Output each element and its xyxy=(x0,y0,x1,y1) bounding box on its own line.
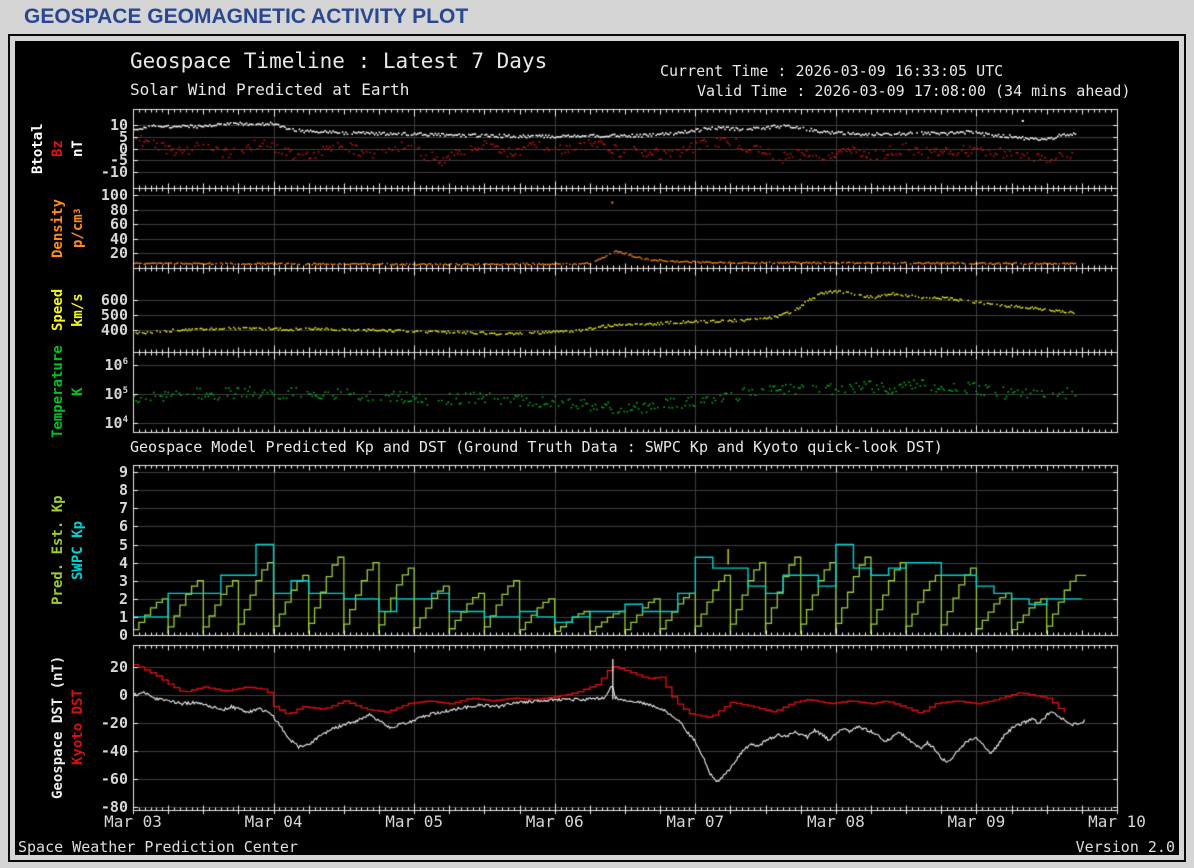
timeline-plot-canvas xyxy=(15,41,1179,855)
plot-area: Geospace Timeline : Latest 7 Days Curren… xyxy=(15,41,1179,856)
page: { "header": { "title": "GEOSPACE GEOMAGN… xyxy=(0,0,1194,868)
plot-frame: Geospace Timeline : Latest 7 Days Curren… xyxy=(8,34,1186,862)
page-title: GEOSPACE GEOMAGNETIC ACTIVITY PLOT xyxy=(24,5,469,28)
